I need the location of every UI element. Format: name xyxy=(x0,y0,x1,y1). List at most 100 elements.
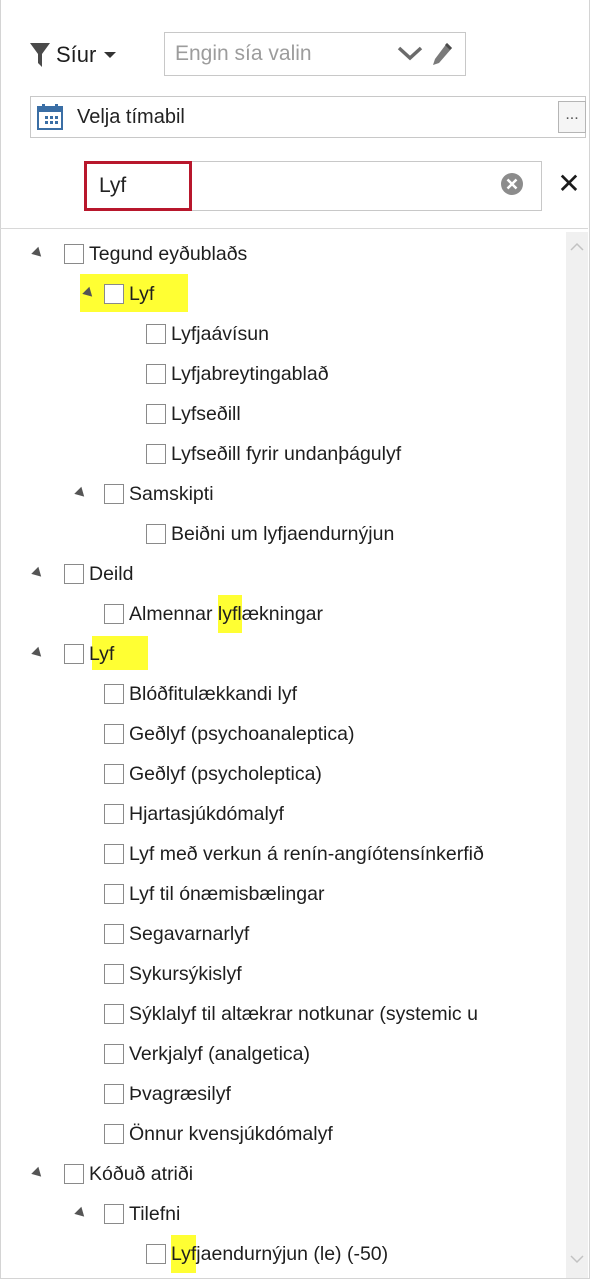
tree-node-label: Kóðuð atriði xyxy=(89,1162,194,1185)
tree-node-label: Beiðni um lyfjaendurnýjun xyxy=(171,522,395,545)
tree-node[interactable]: Deild xyxy=(64,554,133,594)
tree-node-label: Geðlyf (psycholeptica) xyxy=(129,762,322,785)
caret-down-icon xyxy=(104,52,117,58)
tree-node[interactable]: Lyf til ónæmisbælingar xyxy=(104,874,324,914)
tree-node[interactable]: Geðlyf (psycholeptica) xyxy=(104,754,322,794)
tree-node[interactable]: Lyfseðill xyxy=(146,394,241,434)
calendar-icon xyxy=(37,104,63,130)
checkbox[interactable] xyxy=(104,724,124,744)
tree-node[interactable]: Lyfjabreytingablað xyxy=(146,354,329,394)
filter-toolbar: Síur Engin sía valin xyxy=(30,32,466,78)
divider xyxy=(0,228,588,229)
tree-node-label: Hjartasjúkdómalyf xyxy=(129,802,284,825)
checkbox[interactable] xyxy=(104,1004,124,1024)
pencil-icon[interactable] xyxy=(431,41,453,67)
filter-select-placeholder: Engin sía valin xyxy=(175,42,312,65)
checkbox[interactable] xyxy=(104,804,124,824)
tree-node-label: Önnur kvensjúkdómalyf xyxy=(129,1122,333,1145)
tree-node[interactable]: Sykursýkislyf xyxy=(104,954,242,994)
tree-node[interactable]: Tegund eyðublaðs xyxy=(64,234,247,274)
tree-node-label: Deild xyxy=(89,562,134,585)
tree-node-label: Lyf með verkun á renín-angíótensínkerfið xyxy=(129,842,484,865)
tree-node[interactable]: Kóðuð atriði xyxy=(64,1154,193,1194)
tree-node-label: Geðlyf (psychoanaleptica) xyxy=(129,722,355,745)
checkbox[interactable] xyxy=(146,324,166,344)
search-field[interactable] xyxy=(84,161,542,211)
label-text: jaendurnýjun (le) (-50) xyxy=(196,1242,389,1265)
tree-node[interactable]: Blóðfitulækkandi lyf xyxy=(104,674,297,714)
tree-node[interactable]: Tilefni xyxy=(104,1194,180,1234)
tree-node[interactable]: Hjartasjúkdómalyf xyxy=(104,794,284,834)
checkbox[interactable] xyxy=(104,284,124,304)
tree-node[interactable]: Geðlyf (psychoanaleptica) xyxy=(104,714,354,754)
tree-node[interactable]: Almennar lyflækningar xyxy=(104,594,323,634)
filter-select[interactable]: Engin sía valin xyxy=(164,32,466,76)
close-icon[interactable]: ✕ xyxy=(556,170,582,198)
search-input[interactable] xyxy=(99,172,479,200)
checkbox[interactable] xyxy=(104,1084,124,1104)
tree-node-label: Lyfseðill xyxy=(171,402,241,425)
checkbox[interactable] xyxy=(64,564,84,584)
tree-node[interactable]: Lyfseðill fyrir undanþágulyf xyxy=(146,434,401,474)
tree-node[interactable]: Lyf xyxy=(104,274,154,314)
tree-node-label: Almennar lyflækningar xyxy=(129,594,324,633)
tree-node-label: Þvagræsilyf xyxy=(129,1082,231,1105)
tree-node-label: Lyf xyxy=(129,282,155,305)
tree-node-label: Lyfjabreytingablað xyxy=(171,362,329,385)
checkbox[interactable] xyxy=(104,604,124,624)
tree-node[interactable]: Lyfjaávísun xyxy=(146,314,269,354)
checkbox[interactable] xyxy=(64,644,84,664)
checkbox[interactable] xyxy=(104,764,124,784)
tree-node[interactable]: Segavarnarlyf xyxy=(104,914,249,954)
tree-node[interactable]: Þvagræsilyf xyxy=(104,1074,231,1114)
tree-node-label: Sýklalyf til altækrar notkunar (systemic… xyxy=(129,1002,478,1025)
tree-node-label: Samskipti xyxy=(129,482,214,505)
search-highlight: lyfl xyxy=(217,594,242,633)
label-text: Almennar xyxy=(129,602,218,625)
funnel-icon xyxy=(30,43,50,67)
checkbox[interactable] xyxy=(146,444,166,464)
tree-node[interactable]: Önnur kvensjúkdómalyf xyxy=(104,1114,333,1154)
chevron-down-icon[interactable] xyxy=(397,45,423,61)
more-button[interactable]: ... xyxy=(558,101,586,133)
checkbox[interactable] xyxy=(146,524,166,544)
checkbox[interactable] xyxy=(104,1124,124,1144)
tree-node-label: Lyf til ónæmisbælingar xyxy=(129,882,325,905)
tree-node[interactable]: Beiðni um lyfjaendurnýjun xyxy=(146,514,394,554)
scroll-up-icon[interactable] xyxy=(570,242,584,252)
tree-node[interactable]: Verkjalyf (analgetica) xyxy=(104,1034,310,1074)
tree-node-label: Lyfseðill fyrir undanþágulyf xyxy=(171,442,402,465)
scroll-down-icon[interactable] xyxy=(570,1254,584,1264)
checkbox[interactable] xyxy=(104,964,124,984)
checkbox[interactable] xyxy=(104,1204,124,1224)
vertical-scrollbar[interactable] xyxy=(566,232,588,1278)
tree-node-label: Tegund eyðublaðs xyxy=(89,242,248,265)
checkbox[interactable] xyxy=(104,884,124,904)
tree-node-label: Lyf xyxy=(89,642,115,665)
checkbox[interactable] xyxy=(146,364,166,384)
clear-circle-icon[interactable] xyxy=(500,172,524,196)
checkbox[interactable] xyxy=(104,684,124,704)
tree-node[interactable]: Lyfjaendurnýjun (le) (-50) xyxy=(146,1234,388,1274)
checkbox[interactable] xyxy=(104,484,124,504)
filter-dropdown-button[interactable]: Síur xyxy=(30,33,117,77)
checkbox[interactable] xyxy=(146,404,166,424)
checkbox[interactable] xyxy=(64,1164,84,1184)
tree-node[interactable]: Sýklalyf til altækrar notkunar (systemic… xyxy=(104,994,478,1034)
checkbox[interactable] xyxy=(104,844,124,864)
tree-node[interactable]: Samskipti xyxy=(104,474,214,514)
checkbox[interactable] xyxy=(104,1044,124,1064)
period-selector[interactable]: Velja tímabil ... xyxy=(30,96,586,138)
tree-node-label: Verkjalyf (analgetica) xyxy=(129,1042,311,1065)
tree-node[interactable]: Lyf xyxy=(64,634,114,674)
tree-node-label: Lyfjaendurnýjun (le) (-50) xyxy=(171,1234,389,1273)
checkbox[interactable] xyxy=(64,244,84,264)
checkbox[interactable] xyxy=(146,1244,166,1264)
tree-node-label: Sykursýkislyf xyxy=(129,962,242,985)
search-highlight: Lyf xyxy=(171,1234,197,1273)
tree-node-label: Lyfjaávísun xyxy=(171,322,269,345)
checkbox[interactable] xyxy=(104,924,124,944)
tree-node[interactable]: Lyf með verkun á renín-angíótensínkerfið xyxy=(104,834,484,874)
label-text: ækningar xyxy=(241,602,324,625)
tree-node-label: Blóðfitulækkandi lyf xyxy=(129,682,297,705)
